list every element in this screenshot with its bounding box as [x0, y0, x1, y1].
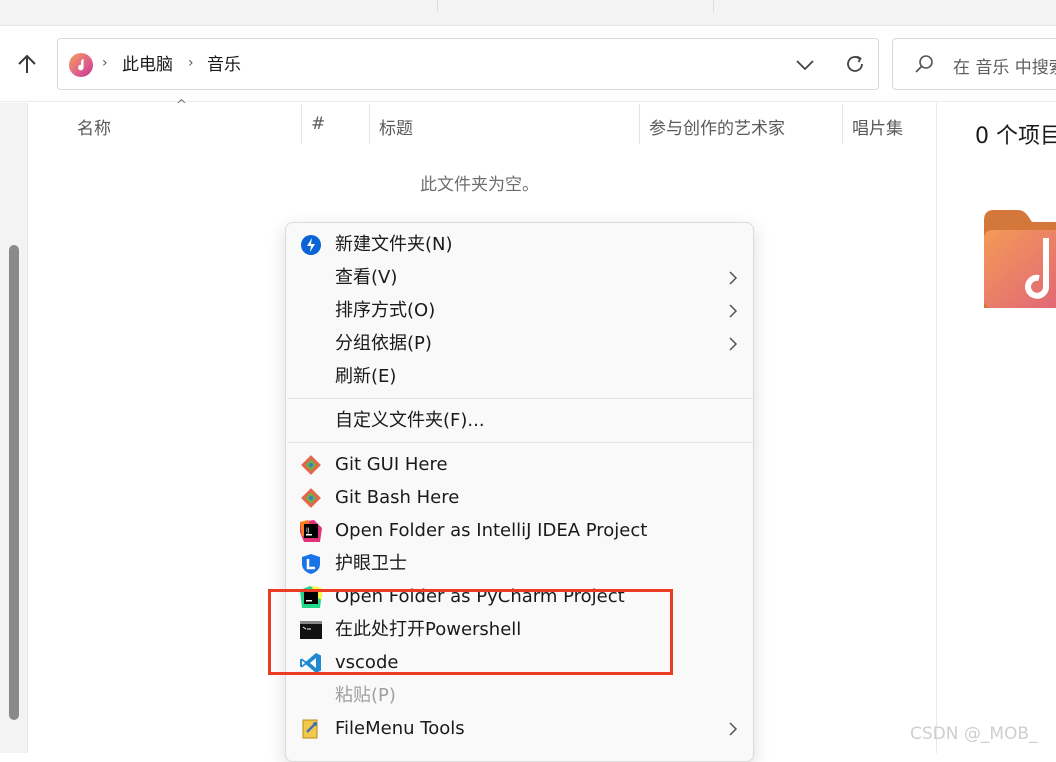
submenu-arrow-icon: [729, 271, 738, 285]
menu-label: 排序方式(O): [335, 300, 436, 321]
menu-item-view[interactable]: 查看(V): [286, 261, 753, 294]
submenu-arrow-icon: [729, 304, 738, 318]
submenu-arrow-icon: [729, 337, 738, 351]
column-divider[interactable]: [369, 104, 370, 144]
menu-label: 护眼卫士: [335, 553, 407, 574]
menu-item-customize-folder[interactable]: 自定义文件夹(F)...: [286, 404, 753, 437]
menu-item-sort-by[interactable]: 排序方式(O): [286, 294, 753, 327]
music-folder-icon: [69, 53, 93, 77]
tab-divider: [437, 0, 438, 12]
menu-label: Open Folder as IntelliJ IDEA Project: [335, 520, 648, 541]
column-artists[interactable]: 参与创作的艺术家: [649, 114, 785, 139]
menu-item-group-by[interactable]: 分组依据(P): [286, 327, 753, 360]
menu-label: 自定义文件夹(F)...: [335, 410, 485, 431]
column-album[interactable]: 唱片集: [852, 114, 903, 139]
column-divider[interactable]: [301, 104, 302, 144]
tab-strip: [0, 0, 1056, 26]
menu-item-git-bash[interactable]: Git Bash Here: [286, 481, 753, 514]
shield-icon: [300, 553, 322, 575]
search-box[interactable]: 在 音乐 中搜索: [892, 38, 1056, 90]
chevron-right-icon: ›: [102, 55, 108, 71]
search-input[interactable]: 在 音乐 中搜索: [953, 53, 1056, 78]
svg-text:IJ: IJ: [306, 527, 310, 534]
column-title[interactable]: 标题: [379, 114, 413, 139]
menu-label: 分组依据(P): [335, 333, 432, 354]
refresh-icon: [847, 55, 863, 72]
menu-label: 查看(V): [335, 267, 398, 288]
item-count: 0 个项目: [975, 124, 1056, 149]
menu-label: Git Bash Here: [335, 487, 460, 508]
breadcrumb-this-pc[interactable]: 此电脑: [122, 53, 173, 77]
menu-label: 新建文件夹(N): [335, 234, 453, 255]
address-bar[interactable]: › 此电脑 › 音乐: [57, 38, 879, 90]
menu-item-refresh[interactable]: 刷新(E): [286, 360, 753, 393]
highlight-annotation-box: [268, 589, 673, 675]
menu-item-git-gui[interactable]: Git GUI Here: [286, 448, 753, 481]
address-dropdown-button[interactable]: [793, 53, 817, 77]
navigation-bar: › 此电脑 › 音乐 在 音乐 中搜索: [0, 26, 1056, 102]
search-icon: [915, 55, 933, 73]
scrollbar-thumb[interactable]: [9, 245, 19, 720]
filemenu-tools-icon: [300, 718, 322, 740]
up-button[interactable]: [8, 46, 46, 82]
context-menu: 新建文件夹(N) 查看(V) 排序方式(O) 分组依据(P) 刷新(E) 自定义…: [285, 222, 754, 762]
menu-item-eye-guard[interactable]: 护眼卫士: [286, 547, 753, 580]
refresh-button[interactable]: [842, 51, 868, 77]
submenu-arrow-icon: [729, 722, 738, 736]
column-divider[interactable]: [842, 104, 843, 144]
menu-item-intellij[interactable]: IJ Open Folder as IntelliJ IDEA Project: [286, 514, 753, 547]
breadcrumb-music[interactable]: 音乐: [207, 53, 241, 77]
music-folder-thumbnail: [984, 208, 1056, 308]
menu-separator: [287, 398, 754, 399]
menu-label: Git GUI Here: [335, 454, 448, 475]
chevron-right-icon: ›: [188, 55, 194, 71]
git-icon: [300, 487, 322, 509]
column-divider[interactable]: [639, 104, 640, 144]
arrow-up-icon: [18, 54, 36, 73]
menu-label: 刷新(E): [335, 366, 397, 387]
empty-folder-message: 此文件夹为空。: [420, 175, 539, 195]
intellij-icon: IJ: [300, 520, 322, 542]
details-pane: [936, 103, 1056, 753]
menu-label: 粘贴(P): [335, 685, 396, 706]
tab-divider: [713, 0, 714, 12]
menu-label: FileMenu Tools: [335, 718, 465, 739]
menu-item-new-folder[interactable]: 新建文件夹(N): [286, 228, 753, 261]
column-number[interactable]: #: [311, 114, 325, 134]
new-folder-icon: [300, 234, 322, 256]
menu-item-filemenu-tools[interactable]: FileMenu Tools: [286, 712, 753, 745]
column-name[interactable]: 名称: [77, 114, 111, 139]
sort-caret-icon: ^: [176, 98, 187, 113]
chevron-down-icon: [796, 60, 814, 71]
watermark: CSDN @_MOB_: [910, 724, 1038, 744]
menu-separator: [287, 442, 754, 443]
menu-item-paste: 粘贴(P): [286, 679, 753, 712]
git-icon: [300, 454, 322, 476]
